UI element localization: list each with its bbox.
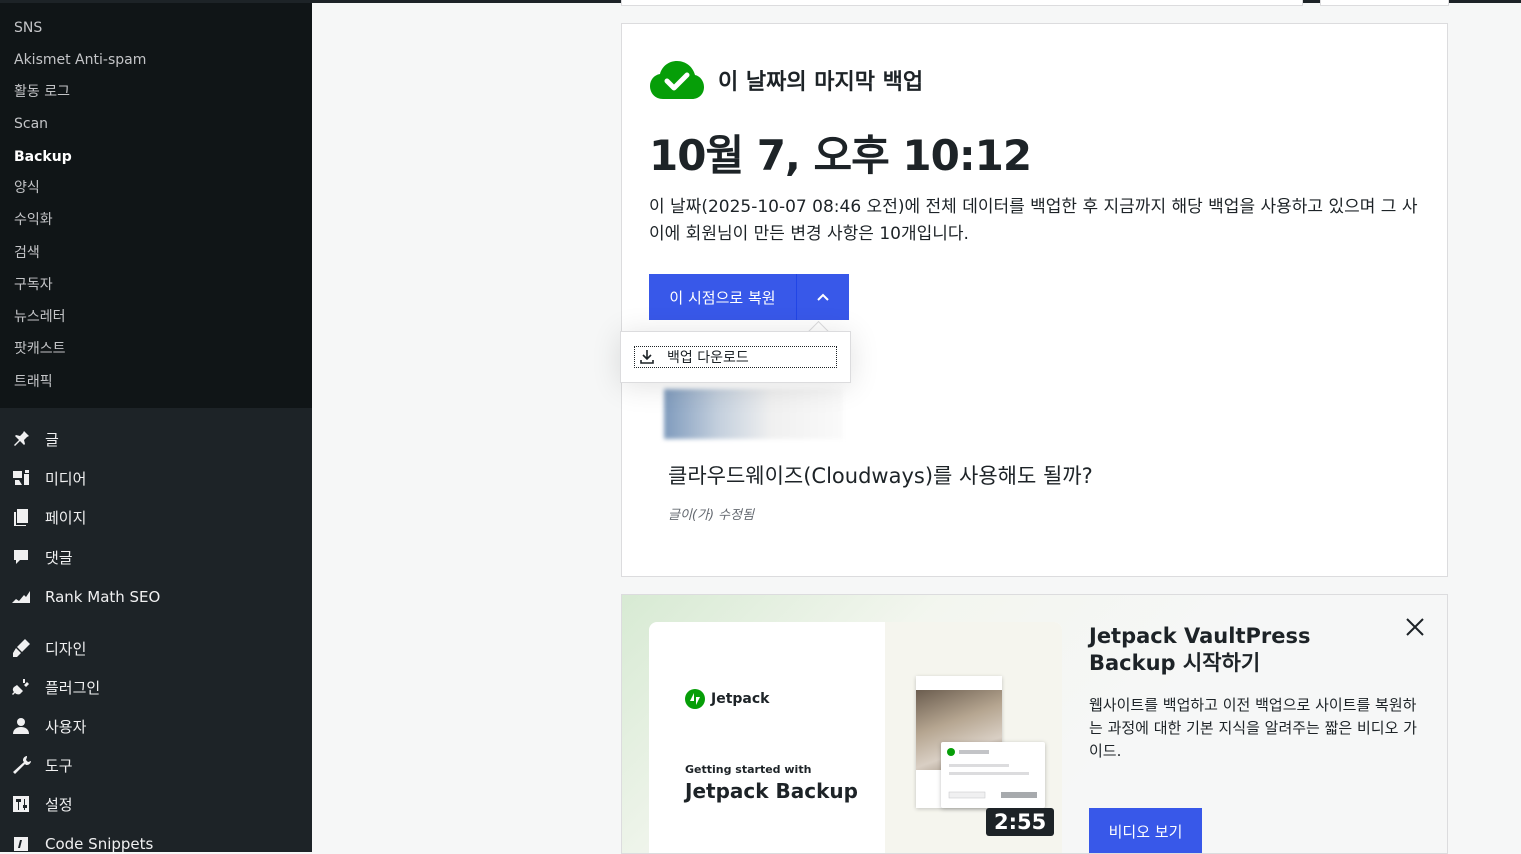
cloud-check-icon [650,61,704,99]
video-thumbnail[interactable]: Jetpack Getting started with Jetpack Bac… [649,622,1062,853]
post-title[interactable]: 클라우드웨이즈(Cloudways)를 사용해도 될까? [668,460,1093,490]
post-thumbnail [664,389,843,439]
video-subtitle: Getting started with [685,763,812,776]
rank-math-icon [9,585,33,609]
promo-title: Jetpack VaultPress Backup 시작하기 [1089,624,1311,675]
admin-sidebar: SNS Akismet Anti-spam 활동 로그 Scan Backup … [0,3,312,852]
mock-backup-card [941,742,1045,808]
submenu-item-traffic[interactable]: 트래픽 [14,372,53,392]
media-icon [9,466,33,490]
code-icon [9,832,33,852]
menu-item-users[interactable]: 사용자 [0,709,312,743]
previous-card-edge-right [1320,0,1449,6]
backup-date: 10월 7, 오후 10:12 [649,131,1032,180]
menu-item-comments[interactable]: 댓글 [0,540,312,574]
pages-icon [9,505,33,529]
chevron-up-icon [817,293,829,301]
submenu-item-podcast[interactable]: 팟캐스트 [14,339,66,359]
download-icon [640,350,654,364]
backup-card: 이 날짜의 마지막 백업 10월 7, 오후 10:12 이 날짜(2025-1… [621,23,1448,577]
previous-card-edge [621,0,1303,6]
menu-item-rank-math[interactable]: Rank Math SEO [0,580,312,614]
submenu-item-forms[interactable]: 양식 [14,178,40,198]
backup-options-dropdown: 백업 다운로드 [620,331,851,383]
submenu-item-backup[interactable]: Backup [14,147,72,167]
backup-heading: 이 날짜의 마지막 백업 [718,70,924,95]
menu-item-tools[interactable]: 도구 [0,748,312,782]
menu-item-settings[interactable]: 설정 [0,787,312,821]
video-duration-badge: 2:55 [986,808,1055,836]
download-backup-option[interactable]: 백업 다운로드 [634,346,837,368]
menu-item-posts[interactable]: 글 [0,422,312,456]
menu-item-pages[interactable]: 페이지 [0,500,312,534]
submenu-item-monetize[interactable]: 수익화 [14,210,53,230]
pin-icon [9,427,33,451]
appearance-icon [9,636,33,660]
restore-options-toggle[interactable] [796,274,849,320]
restore-button[interactable]: 이 시점으로 복원 [649,274,796,320]
comments-icon [9,545,33,569]
submenu-item-scan[interactable]: Scan [14,114,48,134]
submenu-item-subscribers[interactable]: 구독자 [14,275,53,295]
watch-video-button[interactable]: 비디오 보기 [1089,808,1202,853]
plugins-icon [9,675,33,699]
close-promo-button[interactable] [1403,615,1427,639]
post-meta: 글이(가) 수정됨 [668,508,755,523]
settings-icon [9,792,33,816]
jetpack-logo: Jetpack [685,689,769,709]
submenu-item-search[interactable]: 검색 [14,243,40,263]
close-icon [1406,618,1424,636]
promo-card: Jetpack Getting started with Jetpack Bac… [621,594,1448,854]
menu-item-code-snippets[interactable]: Code Snippets [0,827,312,852]
submenu-item-activity-log[interactable]: 활동 로그 [14,82,70,102]
promo-description: 웹사이트를 백업하고 이전 백업으로 사이트를 복원하는 과정에 대한 기본 지… [1089,696,1417,760]
jetpack-logo-icon [685,689,705,709]
menu-item-plugins[interactable]: 플러그인 [0,670,312,704]
jetpack-submenu: SNS Akismet Anti-spam 활동 로그 Scan Backup … [0,3,312,408]
submenu-item-sns[interactable]: SNS [14,18,42,38]
tools-icon [9,753,33,777]
menu-item-media[interactable]: 미디어 [0,461,312,495]
menu-item-appearance[interactable]: 디자인 [0,631,312,665]
submenu-item-newsletter[interactable]: 뉴스레터 [14,307,66,327]
backup-description: 이 날짜(2025-10-07 08:46 오전)에 전체 데이터를 백업한 후… [649,197,1418,244]
users-icon [9,714,33,738]
submenu-item-akismet[interactable]: Akismet Anti-spam [14,50,146,70]
video-main-title: Jetpack Backup [685,779,858,803]
